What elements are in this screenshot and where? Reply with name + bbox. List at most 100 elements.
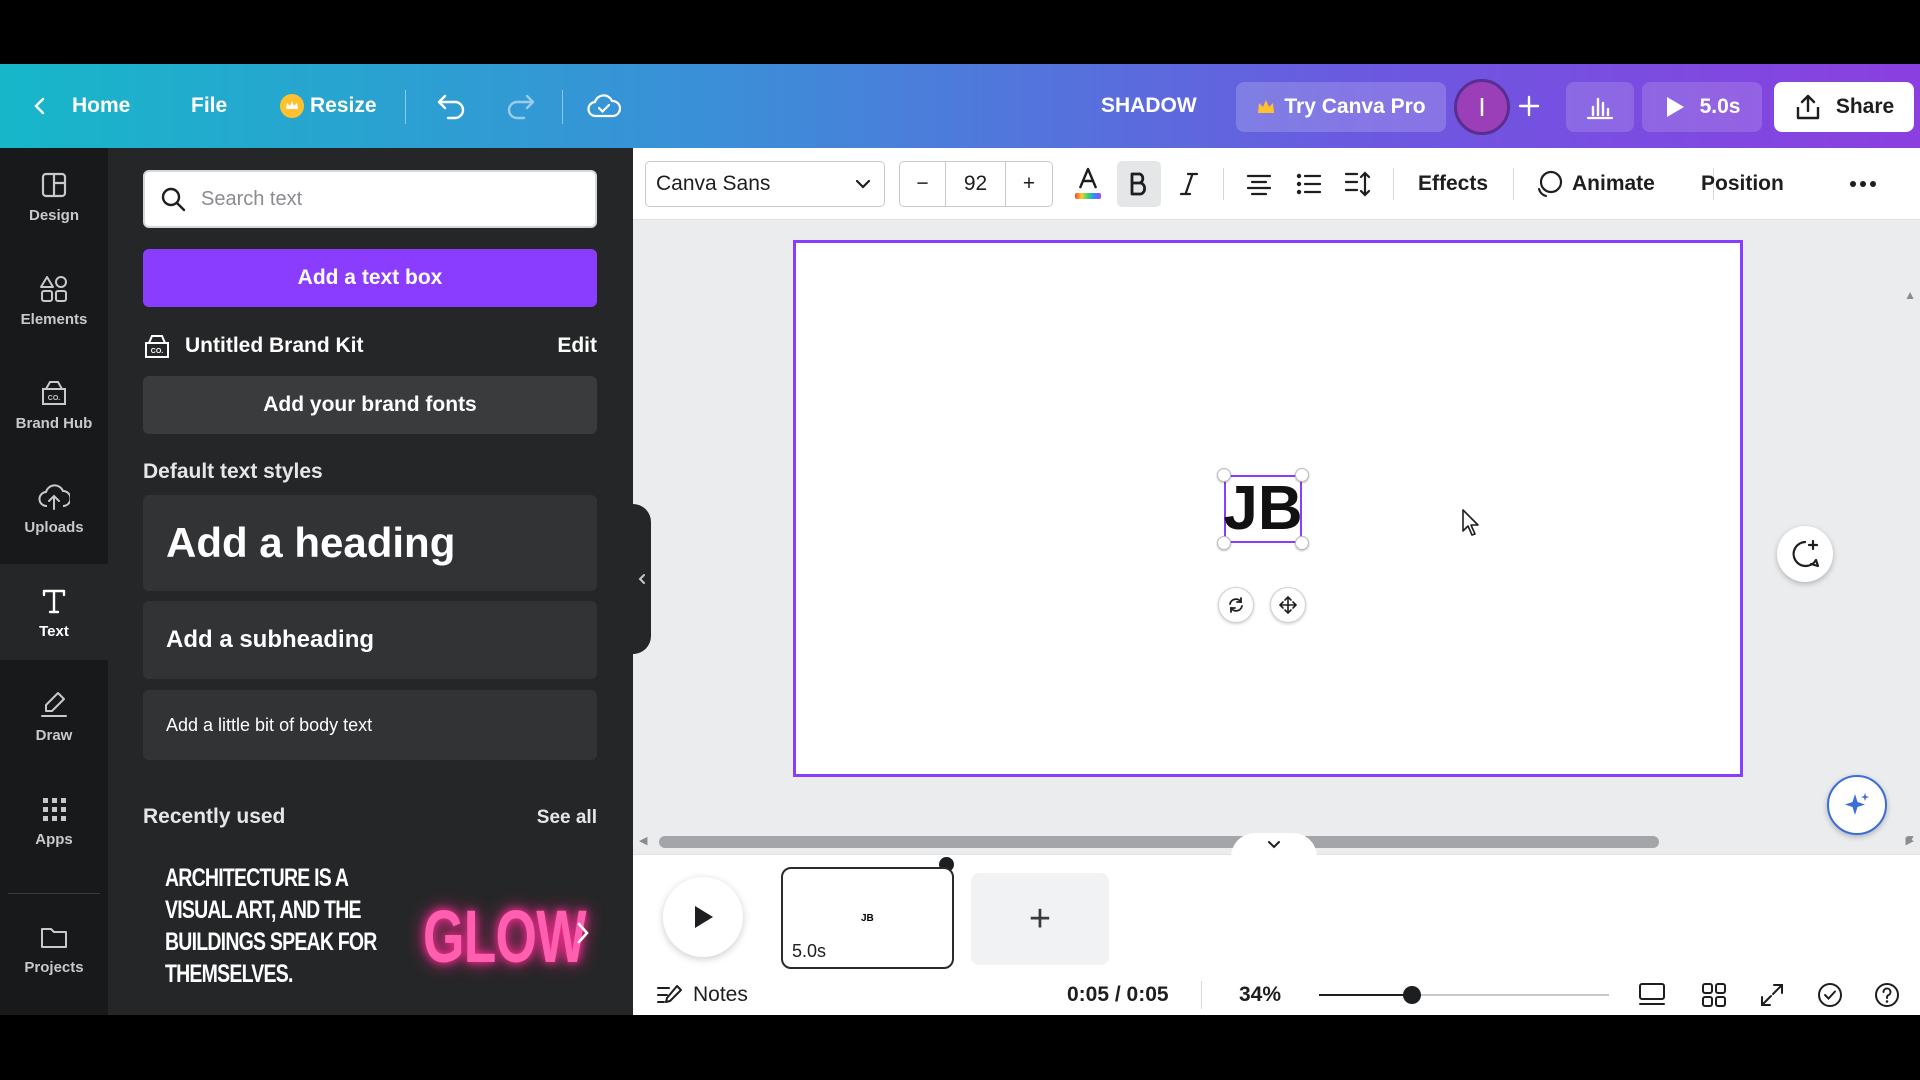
resize-handle[interactable] (1217, 468, 1231, 482)
cloud-save-button[interactable] (587, 64, 621, 148)
grid-view-button[interactable] (1701, 975, 1727, 1015)
file-menu[interactable]: File (191, 64, 227, 148)
play-icon (695, 906, 713, 928)
recently-used-carousel: ARCHITECTURE IS A VISUAL ART, AND THE BU… (143, 862, 597, 1012)
design-title[interactable]: SHADOW (1101, 64, 1197, 148)
resize-handle[interactable] (1295, 536, 1309, 550)
rail-item-brand-hub[interactable]: CO. Brand Hub (0, 356, 108, 452)
add-brand-fonts-button[interactable]: Add your brand fonts (143, 376, 597, 434)
rail-item-design[interactable]: Design (0, 148, 108, 244)
rail-item-text[interactable]: Text (0, 564, 108, 660)
increase-font-size-button[interactable]: + (1006, 162, 1052, 206)
scroll-up-arrow-icon[interactable]: ▲ (1904, 288, 1916, 302)
resize-button[interactable]: Resize (280, 64, 377, 148)
resize-handle[interactable] (1217, 536, 1231, 550)
try-pro-button[interactable]: Try Canva Pro (1236, 82, 1446, 132)
font-size-input[interactable]: 92 (946, 162, 1006, 206)
share-button[interactable]: Share (1774, 82, 1914, 132)
selected-text-element[interactable]: JB (1223, 475, 1303, 543)
timeline-play-button[interactable] (663, 877, 743, 957)
move-icon (1278, 595, 1298, 615)
see-all-link[interactable]: See all (537, 807, 597, 829)
notes-label: Notes (693, 983, 748, 1006)
bold-button[interactable] (1117, 161, 1161, 207)
italic-button[interactable] (1167, 161, 1211, 207)
collapse-panel-tab[interactable] (633, 504, 651, 654)
brand-icon: CO. (42, 380, 66, 405)
animate-button[interactable]: Animate (1534, 161, 1655, 207)
position-button[interactable]: Position (1701, 161, 1784, 207)
rail-item-projects[interactable]: Projects (0, 900, 108, 996)
bold-icon (1130, 172, 1146, 196)
recent-font-glow[interactable]: GLOW (423, 894, 587, 979)
effects-button[interactable]: Effects (1418, 161, 1488, 207)
left-rail: Design Elements CO. Brand Hub Uploads Te… (0, 148, 108, 1015)
more-options-button[interactable] (1841, 161, 1885, 207)
collapse-timeline-button[interactable] (1231, 833, 1317, 857)
text-color-button[interactable] (1066, 161, 1110, 207)
search-input[interactable] (201, 187, 581, 211)
rail-item-apps[interactable]: Apps (0, 772, 108, 868)
add-text-box-button[interactable]: Add a text box (143, 249, 597, 307)
magic-assistant-button[interactable] (1827, 775, 1887, 835)
insights-button[interactable] (1566, 82, 1634, 132)
recent-quote-line: THEMSELVES. (165, 960, 293, 988)
invite-button[interactable] (1518, 64, 1540, 148)
scroll-left-arrow-icon[interactable]: ◀ (639, 834, 647, 847)
check-button[interactable] (1816, 975, 1844, 1015)
help-button[interactable] (1873, 975, 1901, 1015)
home-button[interactable]: Home (30, 64, 130, 148)
share-icon (1796, 94, 1820, 120)
text-icon (42, 589, 66, 613)
page-thumbnail[interactable]: JB 5.0s (781, 867, 954, 969)
play-icon (1666, 97, 1684, 117)
search-box[interactable] (143, 170, 597, 228)
move-handle[interactable] (1270, 587, 1306, 623)
design-page[interactable]: JB (793, 240, 1743, 777)
decrease-font-size-button[interactable]: − (900, 162, 946, 206)
rail-label: Draw (35, 726, 73, 744)
page-view-icon (1639, 983, 1665, 1005)
chevron-right-icon[interactable] (573, 918, 593, 948)
zoom-readout[interactable]: 34% (1239, 975, 1281, 1015)
sparkle-icon (1845, 793, 1869, 815)
bullet-list-button[interactable] (1287, 161, 1331, 207)
redo-button[interactable] (504, 64, 536, 148)
present-play-button[interactable]: 5.0s (1642, 82, 1762, 132)
zoom-slider-track[interactable] (1319, 986, 1609, 1004)
brand-kit-icon: CO. (145, 335, 169, 358)
svg-text:CO.: CO. (48, 395, 61, 402)
undo-button[interactable] (436, 64, 468, 148)
resize-handle[interactable] (1295, 468, 1309, 482)
scroll-right-arrow-icon[interactable]: ▶ (1906, 834, 1914, 847)
rail-item-draw[interactable]: Draw (0, 668, 108, 764)
avatar[interactable]: I (1454, 79, 1510, 135)
rotate-handle[interactable] (1218, 587, 1254, 623)
add-comment-button[interactable] (1777, 526, 1833, 582)
recent-quote-line: BUILDINGS SPEAK FOR (165, 928, 377, 956)
chevron-left-icon (34, 97, 45, 115)
brand-kit-edit-link[interactable]: Edit (557, 334, 597, 358)
rail-item-elements[interactable]: Elements (0, 252, 108, 348)
cloud-upload-icon (38, 483, 70, 510)
font-family-select[interactable]: Canva Sans (645, 161, 885, 207)
rail-label: Apps (35, 830, 73, 848)
zoom-slider-knob[interactable] (1403, 986, 1421, 1004)
recent-font-architecture[interactable]: ARCHITECTURE IS A VISUAL ART, AND THE BU… (165, 862, 399, 990)
try-pro-label: Try Canva Pro (1284, 95, 1426, 118)
rail-item-uploads[interactable]: Uploads (0, 460, 108, 556)
add-page-button[interactable]: + (971, 873, 1109, 965)
page-view-button[interactable] (1637, 975, 1667, 1015)
thumbnail-text: JB (861, 913, 874, 924)
add-heading-style[interactable]: Add a heading (143, 495, 597, 591)
scrollbar-thumb[interactable] (659, 836, 1659, 848)
grid-icon (43, 797, 66, 821)
toolbar-divider (1513, 168, 1514, 200)
notes-button[interactable]: Notes (655, 975, 748, 1015)
rail-label: Elements (20, 310, 88, 328)
fullscreen-button[interactable] (1759, 975, 1785, 1015)
align-center-button[interactable] (1237, 161, 1281, 207)
add-subheading-style[interactable]: Add a subheading (143, 601, 597, 679)
spacing-button[interactable] (1336, 161, 1380, 207)
add-body-text-style[interactable]: Add a little bit of body text (143, 690, 597, 760)
